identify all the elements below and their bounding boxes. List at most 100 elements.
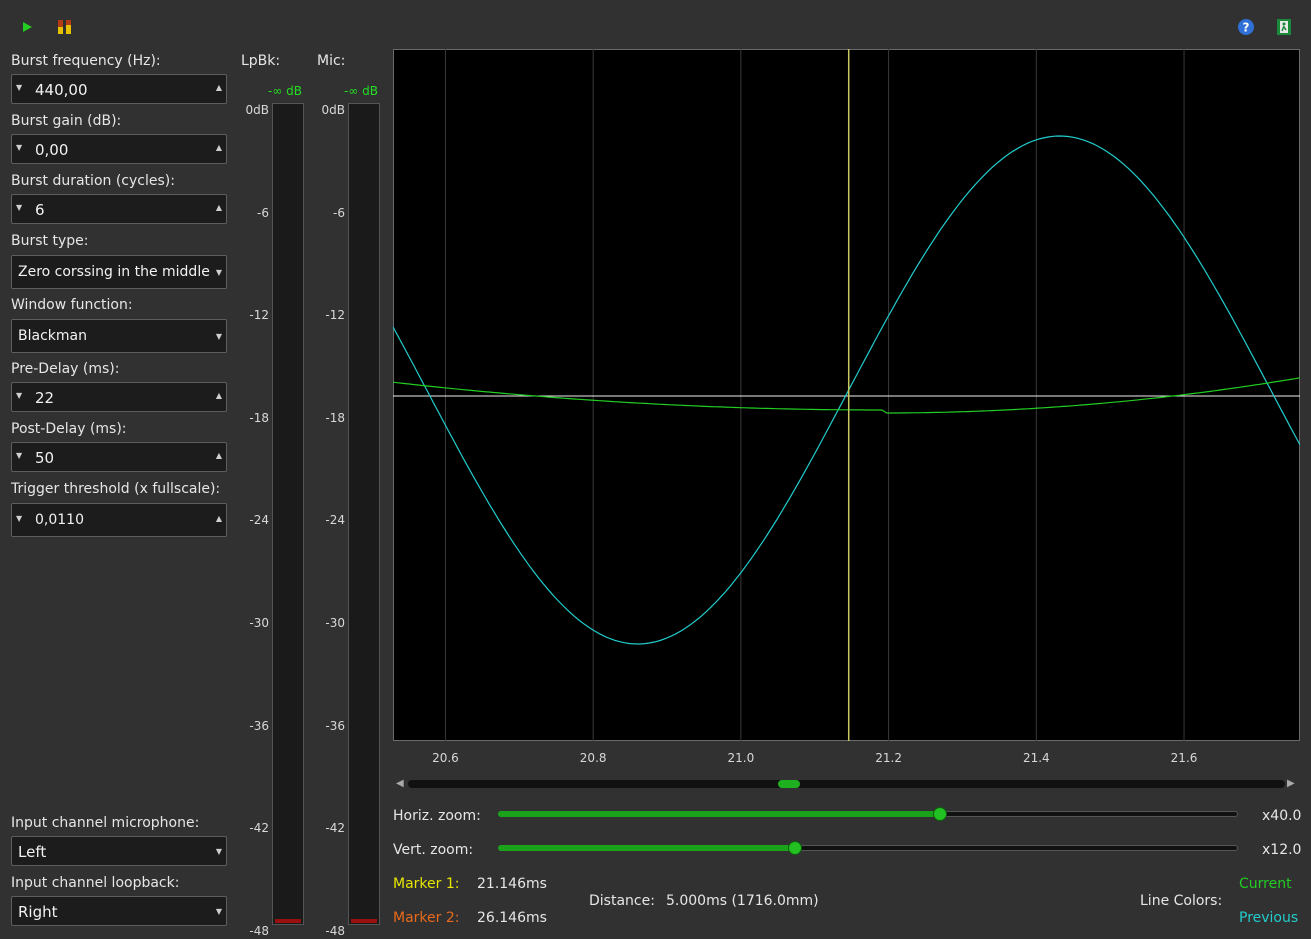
input-mic-select[interactable]: Left ▼ — [11, 836, 227, 866]
meter-tick-label: -12 — [249, 308, 269, 323]
horizontal-scrollbar[interactable] — [408, 780, 1285, 788]
input-mic-label: Input channel microphone: — [11, 815, 200, 831]
trigger-threshold-label: Trigger threshold (x fullscale): — [11, 481, 221, 497]
help-button[interactable]: ? — [1237, 18, 1255, 36]
play-icon — [23, 22, 32, 32]
spin-down-icon[interactable]: ▼ — [16, 514, 22, 523]
exit-button[interactable] — [1275, 18, 1293, 36]
mic-level-readout: -∞ dB — [344, 84, 378, 98]
pre-delay-value: 22 — [35, 389, 55, 407]
x-tick-label: 21.2 — [875, 751, 902, 765]
pre-delay-spinbox[interactable]: ▼ 22 ▲ — [11, 382, 227, 412]
spin-up-icon[interactable]: ▲ — [216, 451, 222, 460]
current-color-legend: Current — [1239, 876, 1292, 892]
scrollbar-handle[interactable] — [778, 780, 801, 788]
loopback-meter-label: LpBk: — [241, 53, 281, 69]
burst-frequency-value: 440,00 — [35, 81, 88, 99]
waveform-plot[interactable] — [393, 49, 1300, 741]
burst-duration-value: 6 — [35, 201, 45, 219]
vert-zoom-value: x12.0 — [1262, 842, 1302, 858]
exit-icon — [1277, 19, 1291, 35]
meter-tick-label: -30 — [249, 616, 269, 630]
x-tick-label: 21.6 — [1170, 751, 1198, 765]
burst-duration-label: Burst duration (cycles): — [11, 173, 175, 189]
spin-down-icon[interactable]: ▼ — [16, 203, 22, 212]
meter-tick-label: -24 — [249, 513, 269, 528]
input-loopback-select[interactable]: Right ▼ — [11, 896, 227, 926]
distance-value: 5.000ms (1716.0mm) — [666, 893, 819, 909]
input-mic-value: Left — [18, 843, 47, 861]
marker-1-value: 21.146ms — [477, 876, 547, 892]
loopback-level-meter — [272, 103, 304, 925]
burst-frequency-spinbox[interactable]: ▼ 440,00 ▲ — [11, 74, 227, 104]
meter-tick-label: -6 — [333, 205, 345, 220]
vert-zoom-fill — [498, 845, 795, 851]
post-delay-label: Post-Delay (ms): — [11, 421, 127, 437]
distance-label: Distance: — [589, 893, 655, 909]
horiz-zoom-label: Horiz. zoom: — [393, 808, 481, 824]
loopback-level-readout: -∞ dB — [268, 84, 302, 98]
marker-1-label: Marker 1: — [393, 876, 460, 892]
input-loopback-value: Right — [18, 903, 58, 921]
horiz-zoom-fill — [498, 811, 940, 817]
trigger-threshold-spinbox[interactable]: ▼ 0,0110 ▲ — [11, 503, 227, 537]
meter-tick-label: -24 — [325, 513, 345, 528]
pre-delay-label: Pre-Delay (ms): — [11, 361, 120, 377]
meter-tick-label: 0dB — [321, 103, 345, 117]
meter-tick-label: -42 — [325, 821, 345, 836]
trigger-threshold-value: 0,0110 — [35, 512, 84, 528]
x-tick-label: 21.0 — [727, 751, 755, 765]
level-meter-button[interactable] — [56, 18, 74, 36]
mic-level-meter — [348, 103, 380, 925]
post-delay-value: 50 — [35, 449, 55, 467]
spin-up-icon[interactable]: ▲ — [216, 391, 222, 400]
spin-down-icon[interactable]: ▼ — [16, 83, 22, 92]
vert-zoom-label: Vert. zoom: — [393, 842, 474, 858]
spin-down-icon[interactable]: ▼ — [16, 391, 22, 400]
burst-duration-spinbox[interactable]: ▼ 6 ▲ — [11, 194, 227, 224]
burst-gain-label: Burst gain (dB): — [11, 113, 122, 129]
chevron-down-icon: ▼ — [215, 847, 222, 856]
marker-2-value: 26.146ms — [477, 910, 547, 926]
meter-tick-label: -30 — [325, 616, 345, 630]
meter-tick-label: -42 — [249, 821, 269, 836]
window-function-select[interactable]: Blackman ▼ — [11, 319, 227, 353]
burst-gain-spinbox[interactable]: ▼ 0,00 ▲ — [11, 134, 227, 164]
spin-up-icon[interactable]: ▲ — [216, 203, 222, 212]
help-icon: ? — [1238, 19, 1254, 35]
burst-gain-value: 0,00 — [35, 141, 69, 159]
play-button[interactable] — [18, 18, 36, 36]
window-function-value: Blackman — [18, 328, 87, 344]
line-colors-label: Line Colors: — [1140, 893, 1223, 909]
x-tick-label: 21.4 — [1022, 751, 1050, 765]
meter-tick-label: -36 — [325, 718, 345, 733]
meter-tick-label: -6 — [257, 205, 269, 220]
x-tick-label: 20.6 — [432, 751, 459, 765]
svg-text:?: ? — [1243, 21, 1250, 35]
chevron-down-icon: ▼ — [215, 332, 222, 341]
meter-tick-label: -48 — [249, 923, 269, 938]
meter-tick-label: -48 — [325, 923, 345, 938]
post-delay-spinbox[interactable]: ▼ 50 ▲ — [11, 442, 227, 472]
input-loopback-label: Input channel loopback: — [11, 875, 180, 891]
vert-zoom-handle[interactable] — [787, 841, 802, 855]
chevron-down-icon: ▼ — [215, 907, 222, 916]
horiz-zoom-handle[interactable] — [932, 807, 947, 821]
burst-type-select[interactable]: Zero corssing in the middle ▼ — [11, 255, 227, 289]
spin-up-icon[interactable]: ▲ — [216, 143, 222, 152]
meter-tick-label: 0dB — [245, 103, 269, 117]
spin-down-icon[interactable]: ▼ — [16, 451, 22, 460]
burst-frequency-label: Burst frequency (Hz): — [11, 53, 161, 69]
spin-down-icon[interactable]: ▼ — [16, 143, 22, 152]
window-function-label: Window function: — [11, 297, 133, 313]
spin-up-icon[interactable]: ▲ — [216, 514, 222, 523]
meter-tick-label: -18 — [249, 410, 269, 425]
scroll-right-arrow[interactable]: ▶ — [1287, 778, 1295, 789]
meter-tick-label: -36 — [249, 718, 269, 733]
mic-meter-label: Mic: — [317, 53, 346, 69]
spin-up-icon[interactable]: ▲ — [216, 83, 222, 92]
meter-tick-label: -12 — [325, 308, 345, 323]
chevron-down-icon: ▼ — [215, 268, 222, 277]
scroll-left-arrow[interactable]: ◀ — [396, 778, 404, 789]
meter-tick-label: -18 — [325, 410, 345, 425]
